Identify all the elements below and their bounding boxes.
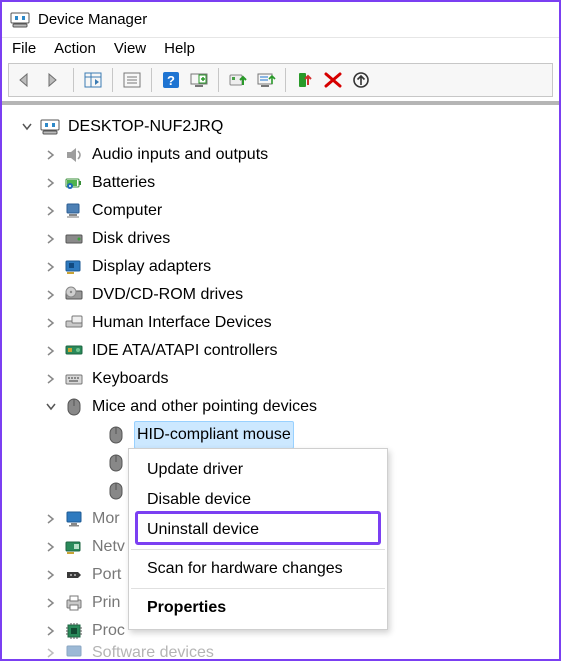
ctx-separator bbox=[131, 588, 385, 589]
mouse-icon bbox=[104, 423, 128, 447]
category-computer[interactable]: Computer bbox=[12, 197, 553, 225]
context-menu: Update driver Disable device Uninstall d… bbox=[128, 448, 388, 630]
network-adapter-icon bbox=[62, 535, 86, 559]
menu-file[interactable]: File bbox=[12, 40, 36, 57]
mouse-icon bbox=[104, 451, 128, 475]
category-display-adapters[interactable]: Display adapters bbox=[12, 253, 553, 281]
help-button[interactable]: ? bbox=[158, 67, 184, 93]
chevron-right-icon[interactable] bbox=[44, 372, 58, 386]
menu-view[interactable]: View bbox=[114, 40, 146, 57]
category-dvd[interactable]: DVD/CD-ROM drives bbox=[12, 281, 553, 309]
category-label: Keyboards bbox=[92, 366, 169, 392]
ctx-separator bbox=[131, 549, 385, 550]
menubar: File Action View Help bbox=[2, 38, 559, 63]
chevron-right-icon[interactable] bbox=[44, 596, 58, 610]
category-label: Netv bbox=[92, 534, 125, 560]
disable-device-button[interactable] bbox=[253, 67, 279, 93]
properties-button[interactable] bbox=[119, 67, 145, 93]
speaker-icon bbox=[62, 143, 86, 167]
chevron-right-icon[interactable] bbox=[44, 316, 58, 330]
ctx-update-driver[interactable]: Update driver bbox=[129, 455, 387, 485]
category-label: IDE ATA/ATAPI controllers bbox=[92, 338, 278, 364]
chevron-right-icon[interactable] bbox=[44, 624, 58, 638]
category-audio[interactable]: Audio inputs and outputs bbox=[12, 141, 553, 169]
titlebar: Device Manager bbox=[2, 2, 559, 38]
category-mice[interactable]: Mice and other pointing devices bbox=[12, 393, 553, 421]
mouse-icon bbox=[104, 479, 128, 503]
disk-icon bbox=[62, 227, 86, 251]
device-hid-mouse[interactable]: HID-compliant mouse bbox=[12, 421, 553, 449]
chevron-right-icon[interactable] bbox=[44, 568, 58, 582]
toolbar: ? bbox=[8, 63, 553, 97]
uninstall-device-button[interactable] bbox=[320, 67, 346, 93]
category-label: Port bbox=[92, 562, 121, 588]
category-batteries[interactable]: Batteries bbox=[12, 169, 553, 197]
menu-help[interactable]: Help bbox=[164, 40, 195, 57]
category-label: Batteries bbox=[92, 170, 155, 196]
category-keyboards[interactable]: Keyboards bbox=[12, 365, 553, 393]
port-icon bbox=[62, 563, 86, 587]
chevron-down-icon[interactable] bbox=[44, 400, 58, 414]
computer-icon bbox=[38, 115, 62, 139]
category-label: Human Interface Devices bbox=[92, 310, 272, 336]
chevron-right-icon[interactable] bbox=[44, 232, 58, 246]
chevron-down-icon[interactable] bbox=[20, 120, 34, 134]
back-button[interactable] bbox=[13, 67, 39, 93]
category-label: DVD/CD-ROM drives bbox=[92, 282, 243, 308]
category-label: Disk drives bbox=[92, 226, 170, 252]
hid-icon bbox=[62, 311, 86, 335]
category-software-devices[interactable]: Software devices bbox=[12, 645, 553, 661]
category-label: Computer bbox=[92, 198, 162, 224]
chevron-right-icon[interactable] bbox=[44, 288, 58, 302]
window-title: Device Manager bbox=[38, 11, 147, 28]
chevron-right-icon[interactable] bbox=[44, 204, 58, 218]
tree-root-label: DESKTOP-NUF2JRQ bbox=[68, 114, 223, 140]
keyboard-icon bbox=[62, 367, 86, 391]
category-ide[interactable]: IDE ATA/ATAPI controllers bbox=[12, 337, 553, 365]
scan-hardware-button[interactable] bbox=[186, 67, 212, 93]
chevron-right-icon[interactable] bbox=[44, 176, 58, 190]
device-manager-icon bbox=[10, 10, 30, 30]
tree-root[interactable]: DESKTOP-NUF2JRQ bbox=[12, 113, 553, 141]
enable-device-button[interactable] bbox=[292, 67, 318, 93]
category-label: Prin bbox=[92, 590, 120, 616]
chevron-right-icon[interactable] bbox=[44, 512, 58, 526]
category-label: Software devices bbox=[92, 645, 214, 661]
category-label: Mice and other pointing devices bbox=[92, 394, 317, 420]
optical-drive-icon bbox=[62, 283, 86, 307]
chevron-right-icon[interactable] bbox=[44, 540, 58, 554]
ctx-scan-hardware[interactable]: Scan for hardware changes bbox=[129, 554, 387, 584]
chevron-right-icon[interactable] bbox=[44, 646, 58, 660]
monitor-icon bbox=[62, 507, 86, 531]
menu-action[interactable]: Action bbox=[54, 40, 96, 57]
device-label: HID-compliant mouse bbox=[134, 421, 294, 449]
category-label: Audio inputs and outputs bbox=[92, 142, 268, 168]
chevron-right-icon[interactable] bbox=[44, 344, 58, 358]
chevron-right-icon[interactable] bbox=[44, 148, 58, 162]
category-label: Display adapters bbox=[92, 254, 211, 280]
category-disk-drives[interactable]: Disk drives bbox=[12, 225, 553, 253]
ide-controller-icon bbox=[62, 339, 86, 363]
ctx-uninstall-device[interactable]: Uninstall device bbox=[129, 515, 387, 545]
mouse-icon bbox=[62, 395, 86, 419]
software-device-icon bbox=[62, 645, 86, 661]
category-label: Proc bbox=[92, 618, 125, 644]
battery-icon bbox=[62, 171, 86, 195]
processor-icon bbox=[62, 619, 86, 643]
update-driver-button[interactable] bbox=[225, 67, 251, 93]
printer-icon bbox=[62, 591, 86, 615]
display-adapter-icon bbox=[62, 255, 86, 279]
svg-text:?: ? bbox=[167, 73, 175, 88]
forward-button[interactable] bbox=[41, 67, 67, 93]
legacy-hardware-button[interactable] bbox=[348, 67, 374, 93]
ctx-disable-device[interactable]: Disable device bbox=[129, 485, 387, 515]
category-label: Mor bbox=[92, 506, 120, 532]
ctx-properties[interactable]: Properties bbox=[129, 593, 387, 623]
category-hid[interactable]: Human Interface Devices bbox=[12, 309, 553, 337]
show-hide-tree-button[interactable] bbox=[80, 67, 106, 93]
chevron-right-icon[interactable] bbox=[44, 260, 58, 274]
pc-icon bbox=[62, 199, 86, 223]
